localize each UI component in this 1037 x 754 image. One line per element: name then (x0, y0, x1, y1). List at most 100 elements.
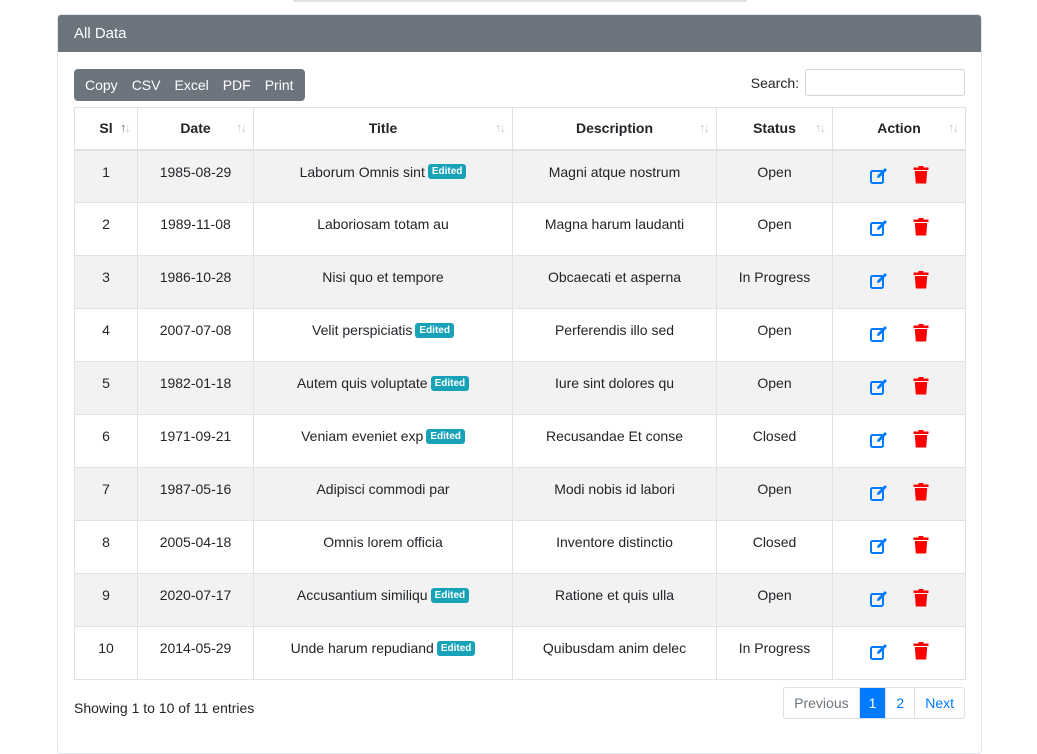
cell-date: 2007-07-08 (137, 308, 254, 362)
cell-description: Magna harum laudanti (512, 202, 717, 256)
cell-title: Omnis lorem officia (253, 520, 513, 574)
entries-info: Showing 1 to 10 of 11 entries (74, 700, 255, 716)
trash-icon[interactable] (913, 271, 929, 291)
trash-icon[interactable] (913, 324, 929, 344)
table-header-row: Sl ↑↓ Date ↑↓ Title ↑↓ Description ↑↓ Status… (74, 107, 966, 151)
trash-icon[interactable] (913, 218, 929, 238)
edited-badge: Edited (430, 375, 470, 391)
cell-date: 1985-08-29 (137, 149, 254, 203)
edit-icon[interactable] (869, 483, 889, 503)
cell-description: Inventore distinctio (512, 520, 717, 574)
cell-status: In Progress (716, 626, 833, 680)
cell-status: In Progress (716, 255, 833, 309)
column-header-sl[interactable]: Sl ↑↓ (74, 107, 138, 151)
next-page-button[interactable]: Next (914, 688, 964, 718)
cell-sl: 10 (74, 626, 138, 680)
title-text: Autem quis voluptate (296, 375, 428, 391)
title-text: Laboriosam totam au (317, 216, 449, 232)
search-input[interactable] (805, 69, 965, 96)
title-text: Accusantium similiqu (296, 587, 428, 603)
column-header-date[interactable]: Date ↑↓ (137, 107, 254, 151)
edited-badge: Edited (427, 164, 467, 180)
cell-sl: 9 (74, 573, 138, 627)
cell-date: 1987-05-16 (137, 467, 254, 521)
table-row: 8 2005-04-18 Omnis lorem officia Inventore … (74, 520, 966, 574)
cell-description: Recusandae Et conse (512, 414, 717, 468)
sort-icon: ↑↓ (948, 120, 959, 135)
trash-icon[interactable] (913, 642, 929, 662)
cell-date: 1986-10-28 (137, 255, 254, 309)
cell-status: Open (716, 202, 833, 256)
copy-button[interactable]: Copy (78, 69, 125, 101)
search-label: Search: (750, 74, 799, 91)
edit-icon[interactable] (869, 642, 889, 662)
csv-button[interactable]: CSV (125, 69, 168, 101)
cell-title: Nisi quo et tempore (253, 255, 513, 309)
cell-action (832, 573, 966, 627)
previous-page-button[interactable]: Previous (784, 688, 858, 718)
cell-sl: 2 (74, 202, 138, 256)
edit-icon[interactable] (869, 271, 889, 291)
cell-status: Closed (716, 414, 833, 468)
print-button[interactable]: Print (258, 69, 301, 101)
export-toolbar: Copy CSV Excel PDF Print (74, 69, 305, 101)
cell-action (832, 626, 966, 680)
trash-icon[interactable] (913, 536, 929, 556)
cell-description: Modi nobis id labori (512, 467, 717, 521)
column-header-status[interactable]: Status ↑↓ (716, 107, 833, 151)
cell-action (832, 520, 966, 574)
cell-status: Open (716, 308, 833, 362)
edit-icon[interactable] (869, 430, 889, 450)
trash-icon[interactable] (913, 377, 929, 397)
column-header-title[interactable]: Title ↑↓ (253, 107, 513, 151)
sort-icon: ↑↓ (815, 120, 826, 135)
trash-icon[interactable] (913, 589, 929, 609)
cell-action (832, 255, 966, 309)
cell-title: Autem quis voluptate Edited (253, 361, 513, 415)
cell-description: Magni atque nostrum (512, 149, 717, 203)
cell-sl: 4 (74, 308, 138, 362)
sort-icon: ↑↓ (699, 120, 710, 135)
edit-icon[interactable] (869, 377, 889, 397)
edited-badge: Edited (430, 587, 470, 603)
cell-action (832, 149, 966, 203)
edit-icon[interactable] (869, 218, 889, 238)
page-2-button[interactable]: 2 (885, 688, 914, 718)
edit-icon[interactable] (869, 536, 889, 556)
cell-date: 2005-04-18 (137, 520, 254, 574)
cell-date: 2014-05-29 (137, 626, 254, 680)
cell-title: Veniam eveniet exp Edited (253, 414, 513, 468)
cell-status: Closed (716, 520, 833, 574)
card-header: All Data (58, 15, 981, 52)
edited-badge: Edited (436, 640, 476, 656)
cell-description: Quibusdam anim delec (512, 626, 717, 680)
title-text: Velit perspiciatis (312, 322, 413, 338)
cell-date: 1982-01-18 (137, 361, 254, 415)
pdf-button[interactable]: PDF (216, 69, 258, 101)
column-header-action[interactable]: Action ↑↓ (832, 107, 966, 151)
title-text: Adipisci commodi par (316, 481, 450, 497)
cell-action (832, 361, 966, 415)
cell-sl: 3 (74, 255, 138, 309)
trash-icon[interactable] (913, 483, 929, 503)
cell-action (832, 308, 966, 362)
edit-icon[interactable] (869, 324, 889, 344)
table-row: 9 2020-07-17 Accusantium similiqu Edited Rat… (74, 573, 966, 627)
table-body: 1 1985-08-29 Laborum Omnis sint Edited Magni… (74, 149, 966, 680)
data-card: All Data Copy CSV Excel PDF Print Search… (57, 14, 982, 754)
title-text: Veniam eveniet exp (301, 428, 424, 444)
cell-status: Open (716, 149, 833, 203)
cell-sl: 6 (74, 414, 138, 468)
page-1-button[interactable]: 1 (858, 688, 886, 718)
column-header-description[interactable]: Description ↑↓ (512, 107, 717, 151)
edit-icon[interactable] (869, 166, 889, 186)
title-text: Laborum Omnis sint (299, 163, 425, 180)
trash-icon[interactable] (913, 165, 929, 186)
card-title: All Data (74, 25, 127, 42)
trash-icon[interactable] (913, 430, 929, 450)
edit-icon[interactable] (869, 589, 889, 609)
table-row: 5 1982-01-18 Autem quis voluptate Edited Iur… (74, 361, 966, 415)
cell-title: Unde harum repudiand Edited (253, 626, 513, 680)
excel-button[interactable]: Excel (167, 69, 215, 101)
cell-title: Velit perspiciatis Edited (253, 308, 513, 362)
